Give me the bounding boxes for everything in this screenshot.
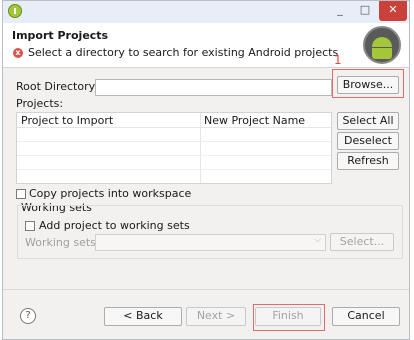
column-project-to-import[interactable]: Project to Import [21,114,113,127]
chevron-down-icon: ⌵ [314,235,321,245]
back-button[interactable]: < Back [104,307,182,326]
table-header: Project to Import New Project Name [17,113,331,128]
table-row-line [17,155,331,156]
working-sets-label: Working sets: [25,236,100,249]
column-divider [200,113,201,183]
next-button[interactable]: Next > [186,307,246,326]
wizard-banner: Import Projects x Select a directory to … [3,23,409,68]
android-app-icon [8,4,22,18]
help-icon[interactable]: ? [20,308,36,324]
root-directory-label: Root Directory: [16,80,99,93]
deselect-all-button[interactable]: Deselect All [337,132,399,163]
root-directory-input[interactable] [95,79,332,96]
minimize-button[interactable]: _ [327,1,353,21]
android-body [372,48,392,59]
working-sets-select-button[interactable]: Select... [330,233,394,251]
column-new-project-name[interactable]: New Project Name [204,114,305,127]
android-logo-icon [363,26,401,64]
working-sets-combo[interactable]: ⌵ [95,234,326,251]
import-projects-dialog: _ □ ✕ Import Projects x Select a directo… [2,0,410,340]
select-all-button[interactable]: Select All [337,112,399,130]
maximize-button[interactable]: □ [352,1,378,21]
cancel-button[interactable]: Cancel [332,307,400,326]
add-to-working-sets-checkbox[interactable] [25,221,35,231]
browse-button[interactable]: Browse... [337,76,399,94]
title-bar: _ □ ✕ [3,1,409,24]
copy-projects-label: Copy projects into workspace [29,187,192,200]
page-title: Import Projects [12,29,109,42]
table-row-line [17,141,331,142]
add-to-working-sets-label: Add project to working sets [39,219,190,232]
projects-label: Projects: [16,97,64,110]
projects-table[interactable]: Project to Import New Project Name [16,112,332,184]
table-row-line [17,169,331,170]
refresh-button[interactable]: Refresh [337,152,399,170]
error-icon: x [13,48,23,58]
close-button[interactable]: ✕ [379,1,407,21]
finish-button[interactable]: Finish [255,307,321,326]
banner-message: Select a directory to search for existin… [28,46,339,59]
copy-projects-checkbox[interactable] [16,189,26,199]
annotation-number: 1 [334,53,342,67]
android-head [372,37,392,47]
footer-separator [3,289,409,290]
